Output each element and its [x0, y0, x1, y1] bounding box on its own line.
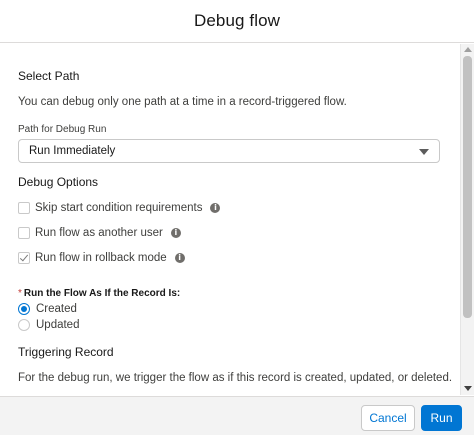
info-icon[interactable]: i [174, 253, 185, 263]
radio-button[interactable] [18, 319, 30, 331]
cancel-button[interactable]: Cancel [361, 405, 415, 431]
checkbox-checked[interactable] [18, 252, 30, 264]
required-marker: * [18, 288, 22, 299]
option-label: Skip start condition requirements [35, 202, 203, 214]
checkbox[interactable] [18, 202, 30, 214]
modal-footer: Cancel Run [0, 396, 474, 435]
path-field-label: Path for Debug Run [18, 124, 107, 135]
radio-created[interactable]: Created [18, 303, 77, 315]
radio-label: Updated [36, 319, 80, 331]
modal-title: Debug flow [193, 11, 281, 30]
path-select-value: Run Immediately [29, 145, 116, 157]
vertical-scrollbar[interactable] [460, 44, 474, 395]
run-as-label-text: Run the Flow As If the Record Is: [23, 288, 181, 299]
radio-updated[interactable]: Updated [18, 319, 79, 331]
modal-body: Select Path You can debug only one path … [0, 44, 460, 395]
triggering-record-heading: Triggering Record [18, 345, 114, 359]
info-icon[interactable]: i [210, 203, 221, 213]
select-path-description: You can debug only one path at a time in… [18, 96, 347, 108]
radio-label: Created [36, 303, 77, 315]
checkbox[interactable] [18, 227, 30, 239]
option-run-as-another-user[interactable]: Run flow as another user i [18, 227, 181, 239]
scroll-up-icon[interactable] [464, 47, 472, 52]
debug-options-heading: Debug Options [18, 175, 99, 189]
checkmark-icon [19, 252, 29, 262]
path-select[interactable]: Run Immediately [18, 139, 440, 163]
option-label: Run flow in rollback mode [35, 252, 167, 264]
scroll-down-icon[interactable] [464, 386, 472, 391]
option-rollback-mode[interactable]: Run flow in rollback mode i [18, 252, 185, 264]
triggering-record-description: For the debug run, we trigger the flow a… [18, 372, 453, 384]
option-skip-start-conditions[interactable]: Skip start condition requirements i [18, 202, 221, 214]
radio-button-selected[interactable] [18, 303, 30, 315]
debug-flow-modal: Debug flow Select Path You can debug onl… [0, 0, 474, 435]
run-button[interactable]: Run [421, 405, 462, 431]
modal-header: Debug flow [0, 0, 474, 43]
option-label: Run flow as another user [35, 227, 163, 239]
info-icon[interactable]: i [170, 228, 181, 238]
scrollbar-thumb[interactable] [463, 56, 472, 318]
select-path-heading: Select Path [18, 69, 80, 83]
chevron-down-icon [419, 149, 429, 155]
run-as-label: * Run the Flow As If the Record Is: [18, 288, 180, 299]
